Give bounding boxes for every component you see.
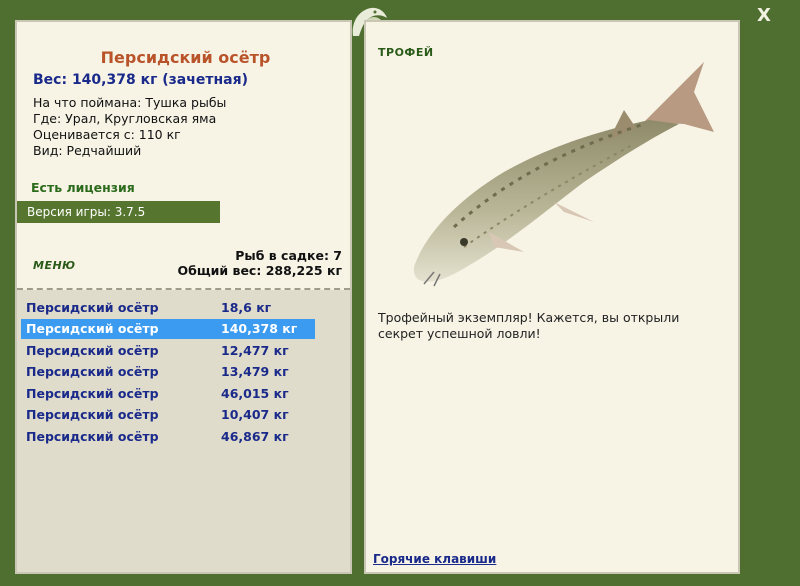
- game-version: Версия игры: 3.7.5: [17, 201, 220, 223]
- list-item-name: Персидский осётр: [26, 343, 159, 358]
- list-item-weight: 140,378 кг: [221, 321, 298, 336]
- list-item-selected[interactable]: Персидский осётр 140,378 кг: [21, 319, 315, 339]
- list-item-name: Персидский осётр: [26, 300, 159, 315]
- game-window: X Персидский осётр Вес: 140,378 кг (заче…: [0, 0, 800, 586]
- list-item-weight: 13,479 кг: [221, 364, 289, 379]
- list-item[interactable]: Персидский осётр 46,867 кг: [21, 427, 315, 447]
- total-weight: Общий вес: 288,225 кг: [177, 263, 343, 278]
- trophy-message: Трофейный экземпляр! Кажется, вы открыли…: [378, 310, 680, 341]
- list-item-weight: 18,6 кг: [221, 300, 272, 315]
- list-item[interactable]: Персидский осётр 46,015 кг: [21, 384, 315, 404]
- list-item-name: Персидский осётр: [26, 407, 159, 422]
- list-item[interactable]: Персидский осётр 10,407 кг: [21, 405, 315, 425]
- trophy-panel: ТРОФЕЙ Трофейный экземпляр! Кажется, вы …: [364, 20, 740, 574]
- close-icon[interactable]: X: [754, 6, 774, 26]
- catch-location: Где: Урал, Кругловская яма: [33, 111, 217, 126]
- list-item-weight: 46,015 кг: [221, 386, 289, 401]
- list-item-name: Персидский осётр: [26, 429, 159, 444]
- sturgeon-image: [413, 62, 714, 287]
- list-item-name: Персидский осётр: [26, 386, 159, 401]
- caught-on: На что поймана: Тушка рыбы: [33, 95, 227, 110]
- fish-weight: Вес: 140,378 кг (зачетная): [33, 72, 248, 88]
- list-item[interactable]: Персидский осётр 12,477 кг: [21, 341, 315, 361]
- fish-kind: Вид: Редчайший: [33, 143, 142, 158]
- rated-from: Оценивается с: 110 кг: [33, 127, 181, 142]
- menu-button[interactable]: МЕНЮ: [33, 259, 76, 272]
- license-status: Есть лицензия: [31, 180, 135, 195]
- list-item[interactable]: Персидский осётр 18,6 кг: [21, 298, 315, 318]
- fish-count: Рыб в садке: 7: [235, 248, 342, 263]
- keepnet-stats: Рыб в садке: 7 Общий вес: 288,225 кг: [178, 248, 343, 278]
- list-item-weight: 46,867 кг: [221, 429, 289, 444]
- hotkeys-link[interactable]: Горячие клавиши: [373, 552, 496, 566]
- list-item-weight: 10,407 кг: [221, 407, 289, 422]
- list-item[interactable]: Персидский осётр 13,479 кг: [21, 362, 315, 382]
- list-item-name: Персидский осётр: [26, 321, 159, 336]
- fish-title: Персидский осётр: [100, 48, 271, 67]
- list-item-weight: 12,477 кг: [221, 343, 289, 358]
- catch-list: Персидский осётр 18,6 кг Персидский осёт…: [17, 290, 350, 572]
- list-item-name: Персидский осётр: [26, 364, 159, 379]
- fish-info-panel: Персидский осётр Вес: 140,378 кг (зачетн…: [15, 20, 352, 574]
